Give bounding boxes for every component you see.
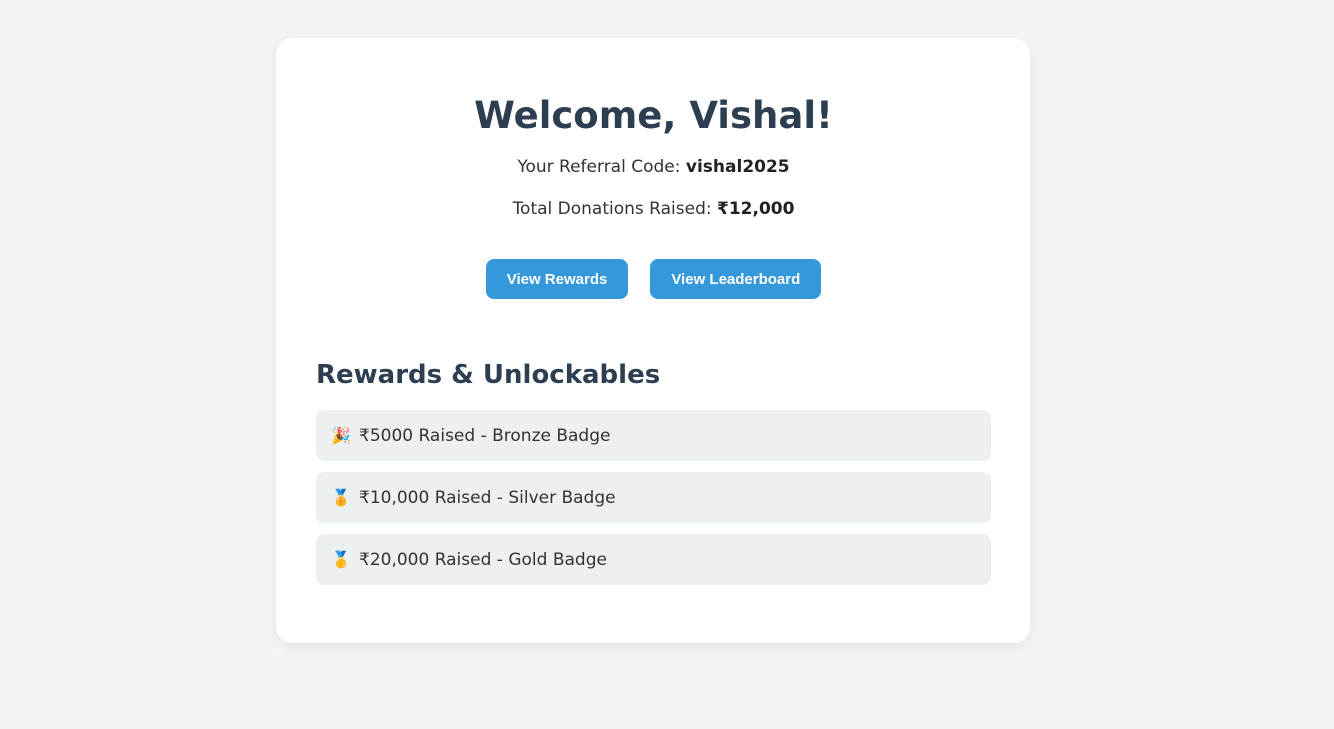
reward-item-silver: 🏅 ₹10,000 Raised - Silver Badge [316,472,991,523]
reward-text: ₹10,000 Raised - Silver Badge [359,487,616,508]
referral-code-line: Your Referral Code: vishal2025 [316,156,991,178]
page-title: Welcome, Vishal! [474,94,833,137]
first-place-medal-icon: 🥇 [331,550,351,569]
rewards-list: 🎉 ₹5000 Raised - Bronze Badge 🏅 ₹10,000 … [316,410,991,585]
rewards-section-title: Rewards & Unlockables [316,360,661,390]
party-popper-icon: 🎉 [331,426,351,445]
action-buttons: View Rewards View Leaderboard [316,259,991,299]
reward-text: ₹20,000 Raised - Gold Badge [359,549,607,570]
referral-code-label: Your Referral Code: [517,157,686,177]
referral-code-value: vishal2025 [685,157,790,177]
total-donations-value: ₹12,000 [717,199,795,219]
dashboard-card: Welcome, Vishal! Your Referral Code: vis… [276,38,1030,643]
medal-ribbon-icon: 🏅 [331,488,351,507]
view-leaderboard-button[interactable]: View Leaderboard [650,259,822,299]
total-donations-label: Total Donations Raised: [512,199,717,219]
total-donations-line: Total Donations Raised: ₹12,000 [316,198,991,220]
view-rewards-button[interactable]: View Rewards [485,259,629,299]
reward-item-bronze: 🎉 ₹5000 Raised - Bronze Badge [316,410,991,461]
reward-text: ₹5000 Raised - Bronze Badge [359,425,611,446]
reward-item-gold: 🥇 ₹20,000 Raised - Gold Badge [316,534,991,585]
